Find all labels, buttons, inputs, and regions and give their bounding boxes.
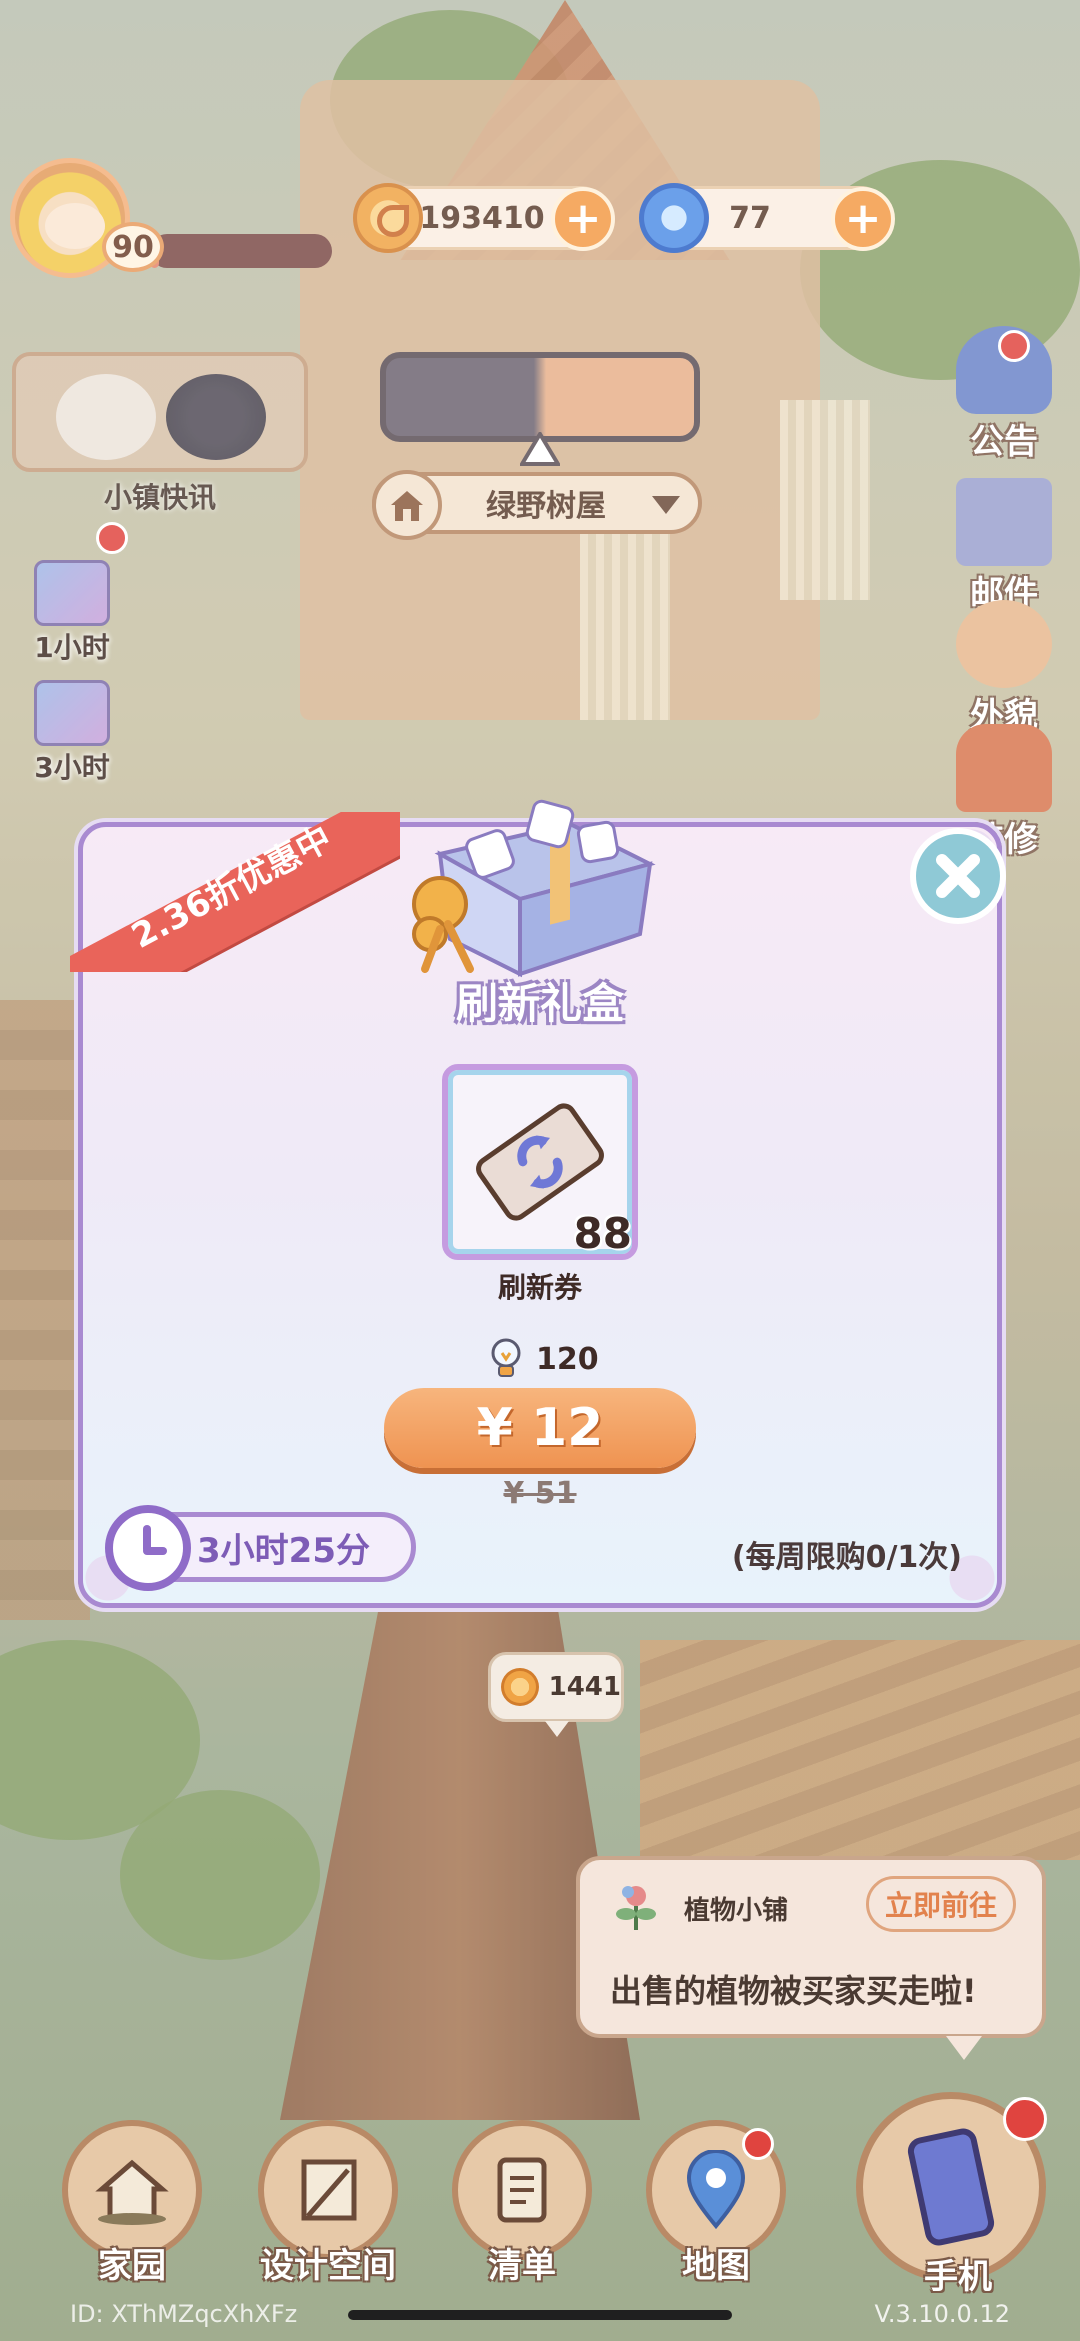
offer-title: 刷新礼盒 [455, 979, 624, 1028]
item-quantity: 88 [573, 1209, 632, 1258]
notification-dot [1003, 2097, 1047, 2141]
nav-design-space[interactable]: 设计空间 [258, 2120, 398, 2310]
shop-message: 出售的植物被买家买走啦! [610, 1972, 977, 2010]
item-name: 刷新券 [497, 1271, 582, 1304]
close-button[interactable] [910, 828, 1006, 924]
reward-item-slot[interactable]: 88 [442, 1064, 638, 1260]
coin-bubble-amount: 1441 [548, 1672, 621, 1702]
go-now-button[interactable]: 立即前往 [866, 1876, 1016, 1932]
close-icon [936, 854, 980, 898]
countdown-text: 3小时25分 [197, 1530, 370, 1571]
discount-ribbon: 2.36折优惠中 [70, 812, 400, 972]
original-price: ¥ 51 [503, 1476, 577, 1511]
phone-icon [905, 2125, 997, 2249]
plant-icon [616, 1886, 656, 1930]
buy-button[interactable]: ¥ 12 [384, 1388, 696, 1468]
version-label: V.3.10.0.12 [874, 2300, 1010, 2328]
player-id: ID: XThMZqcXhXFz [70, 2300, 298, 2328]
nav-home[interactable]: 家园 [62, 2120, 202, 2310]
nav-list-label: 清单 [488, 2246, 556, 2286]
gift-box-icon [412, 799, 656, 978]
offer-countdown: 3小时25分 [105, 1505, 416, 1591]
notification-dot [742, 2128, 774, 2160]
nav-list[interactable]: 清单 [452, 2120, 592, 2310]
plant-shop-notice[interactable]: 植物小铺 立即前往 出售的植物被买家买走啦! [576, 1856, 1046, 2060]
nav-map-label: 地图 [682, 2246, 750, 2286]
nav-design-space-label: 设计空间 [260, 2246, 396, 2286]
shop-title: 植物小铺 [684, 1896, 789, 1926]
bonus-points: 120 [488, 1334, 638, 1384]
nav-phone-label: 手机 [924, 2257, 992, 2297]
coin-icon [501, 1668, 539, 1706]
coin-collect-bubble[interactable]: 1441 [488, 1652, 624, 1737]
nav-map[interactable]: 地图 [646, 2120, 786, 2310]
clock-icon [105, 1505, 191, 1591]
lightbulb-icon [491, 1338, 521, 1377]
nav-home-label: 家园 [98, 2246, 166, 2286]
home-indicator[interactable] [348, 2310, 732, 2320]
discount-ribbon-text: 2.36折优惠中 [125, 818, 339, 957]
bonus-amount: 120 [536, 1341, 599, 1377]
purchase-limit: (每周限购0/1次) [731, 1540, 962, 1575]
nav-phone[interactable]: 手机 [856, 2092, 1047, 2297]
